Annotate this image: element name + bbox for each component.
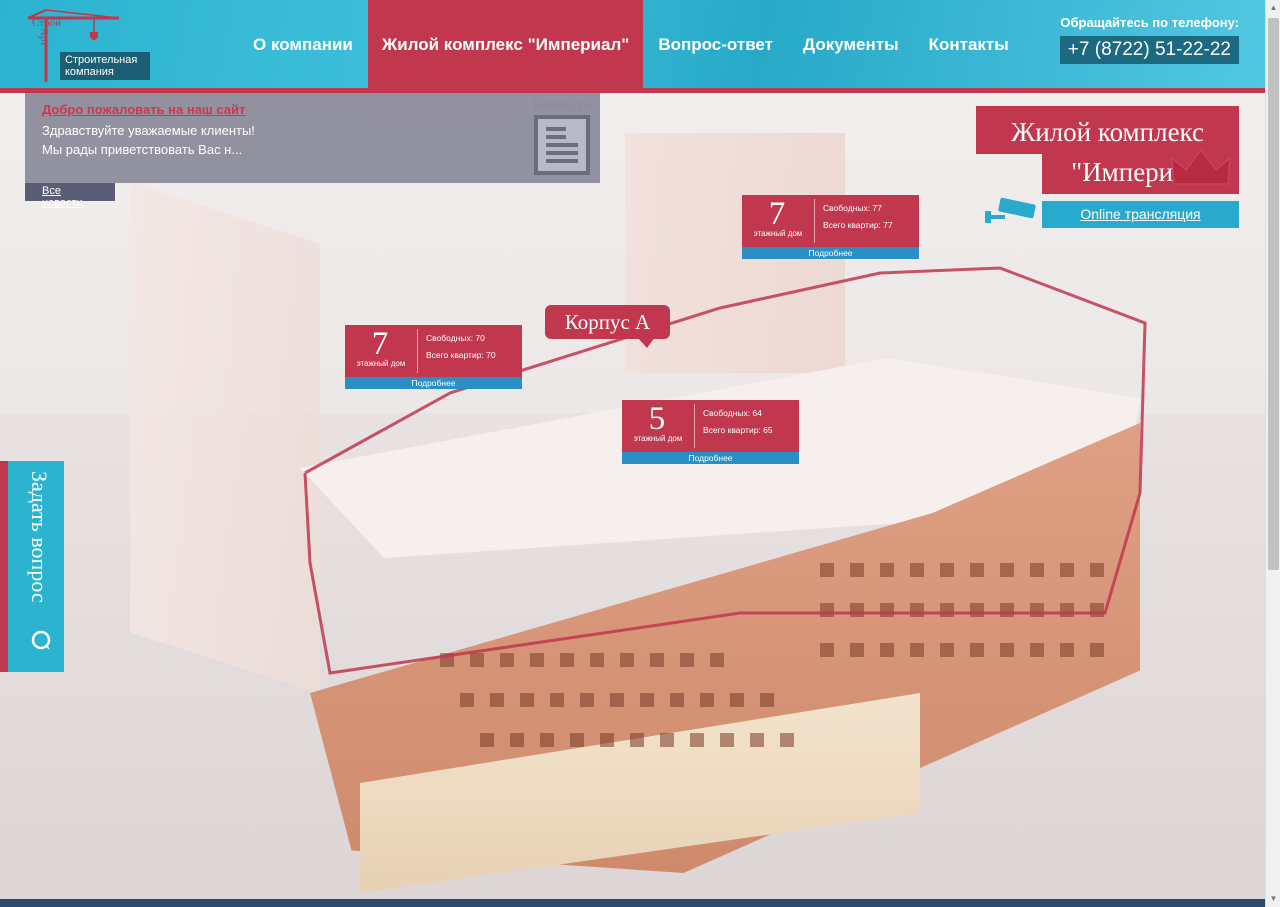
free-apartments: Свободных: 77 [823,203,882,213]
floors-unit: этажный дом [633,434,683,443]
building-card-top: 7 этажный дом Свободных: 70 Всего кварти… [345,325,522,377]
building-card[interactable]: 7 этажный дом Свободных: 70 Всего кварти… [345,325,522,389]
page-scrollbar[interactable]: ▲ ▼ [1265,0,1280,907]
scroll-down-arrow-icon[interactable]: ▼ [1266,891,1280,907]
ask-question-tab[interactable]: Задать вопрос [0,461,64,672]
building-card[interactable]: 5 этажный дом Свободных: 64 Всего кварти… [622,400,799,464]
building-card-top: 5 этажный дом Свободных: 64 Всего кварти… [622,400,799,452]
total-apartments: Всего квартир: 77 [823,220,893,230]
nav-item-imperial[interactable]: Жилой комплекс "Империал" [367,0,644,88]
news-title-link[interactable]: Добро пожаловать на наш сайт [42,102,245,117]
site-header: Строй Арт Строительная компания О компан… [0,0,1265,93]
free-apartments: Свободных: 70 [426,333,485,343]
scroll-up-arrow-icon[interactable]: ▲ [1266,0,1280,16]
building-card-top: 7 этажный дом Свободных: 77 Всего кварти… [742,195,919,247]
building-card[interactable]: 7 этажный дом Свободных: 77 Всего кварти… [742,195,919,259]
floors-count: 7 [371,326,389,362]
news-text: Здравствуйте уважаемые клиенты! Мы рады … [42,121,522,159]
floors-unit: этажный дом [753,229,803,238]
total-apartments: Всего квартир: 65 [703,425,773,435]
scrollbar-thumb[interactable] [1268,18,1279,570]
crown-icon [1171,149,1231,185]
chat-icon [31,630,51,650]
news-panel: Добро пожаловать на наш сайт Здравствуйт… [25,93,600,183]
logo[interactable]: Строй Арт Строительная компания [24,8,150,84]
floors-count: 7 [768,196,786,232]
all-news-link[interactable]: Все новости [25,183,115,209]
camera-icon [985,197,1036,223]
nav-item-documents[interactable]: Документы [788,0,914,88]
card-divider [694,404,695,448]
details-link[interactable]: Подробнее [345,377,522,389]
logo-word-art: Арт [38,28,50,47]
free-apartments: Свободных: 64 [703,408,762,418]
footer-bar [0,899,1265,907]
ask-question-label: Задать вопрос [27,471,52,603]
details-link[interactable]: Подробнее [622,452,799,464]
total-apartments: Всего квартир: 70 [426,350,496,360]
corpus-a-label[interactable]: Корпус А [545,305,670,348]
news-text-line: Здравствуйте уважаемые клиенты! [42,123,255,138]
details-link[interactable]: Подробнее [742,247,919,259]
nav-item-about[interactable]: О компании [238,0,368,88]
news-label: Новости [533,97,592,113]
nav-item-faq[interactable]: Вопрос-ответ [643,0,788,88]
complex-title-line1: Жилой комплекс [976,106,1239,154]
phone-number[interactable]: +7 (8722) 51-22-22 [1059,36,1239,64]
floors-unit: этажный дом [356,359,406,368]
news-text-line: Мы рады приветствовать Вас н... [42,142,243,157]
phone-label: Обращайтесь по телефону: [1060,15,1239,30]
card-divider [417,329,418,373]
card-divider [814,199,815,243]
online-stream-link[interactable]: Online трансляция [1042,201,1239,228]
floors-count: 5 [648,401,666,437]
nav-item-contacts[interactable]: Контакты [914,0,1024,88]
main-nav: О компании Жилой комплекс "Империал" Воп… [238,0,1024,88]
newspaper-icon [534,115,590,175]
logo-tagline: Строительная компания [60,52,150,80]
